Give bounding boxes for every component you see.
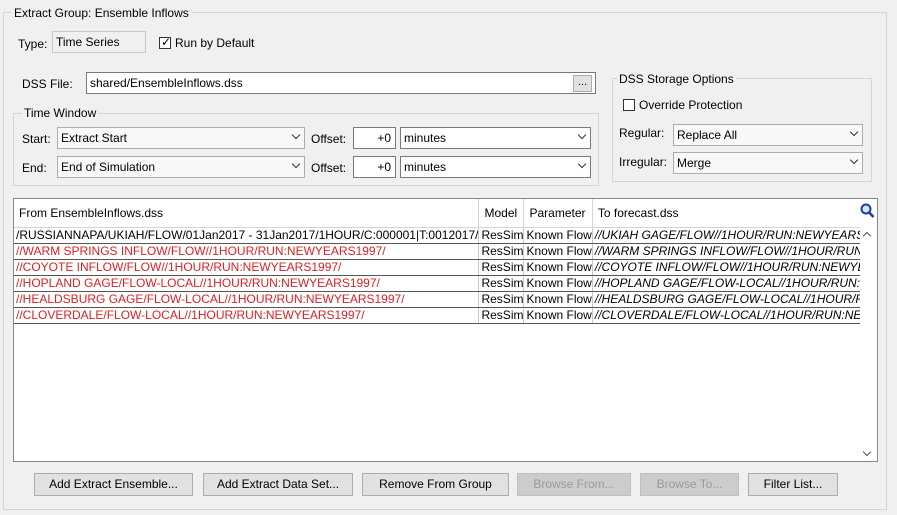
add-extract-ensemble-button[interactable]: Add Extract Ensemble...	[34, 473, 193, 496]
browse-to-button[interactable]: Browse To...	[640, 473, 739, 496]
cell-model[interactable]: ResSim	[478, 259, 525, 276]
dss-file-value: shared/EnsembleInflows.dss	[90, 76, 243, 90]
override-protection-checkbox[interactable]	[623, 99, 635, 111]
cell-parameter[interactable]: Known Flow	[523, 291, 593, 308]
cell-to[interactable]: //HOPLAND GAGE/FLOW-LOCAL//1HOUR/RUN:NEW…	[592, 275, 877, 292]
start-unit-select[interactable]: minutes	[400, 127, 591, 149]
run-by-default-label: Run by Default	[175, 36, 255, 50]
end-unit-select[interactable]: minutes	[400, 156, 591, 178]
column-header-model[interactable]: Model	[478, 199, 525, 228]
start-select[interactable]: Extract Start	[57, 127, 305, 149]
regular-value: Replace All	[677, 128, 738, 142]
regular-select[interactable]: Replace All	[673, 124, 863, 146]
remove-from-group-button[interactable]: Remove From Group	[362, 473, 509, 496]
end-label: End:	[22, 161, 47, 175]
irregular-label: Irregular:	[619, 155, 668, 169]
chevron-down-icon	[849, 127, 859, 137]
cell-model[interactable]: ResSim	[478, 307, 525, 324]
column-header-parameter[interactable]: Parameter	[523, 199, 593, 228]
table-row[interactable]: //CLOVERDALE/FLOW-LOCAL//1HOUR/RUN:NEWYE…	[14, 307, 877, 324]
end-value: End of Simulation	[61, 160, 156, 174]
end-offset-label: Offset:	[311, 161, 347, 175]
table-header-row: From EnsembleInflows.dss Model Parameter…	[14, 199, 877, 228]
cell-to[interactable]: //CLOVERDALE/FLOW-LOCAL//1HOUR/RUN:NEWYE…	[592, 307, 877, 324]
irregular-select[interactable]: Merge	[673, 152, 863, 174]
group-title: Extract Group: Ensemble Inflows	[11, 6, 192, 20]
filter-list-button[interactable]: Filter List...	[748, 473, 838, 496]
cell-to[interactable]: //WARM SPRINGS INFLOW/FLOW//1HOUR/RUN:NE…	[592, 243, 877, 260]
records-grid: From EnsembleInflows.dss Model Parameter…	[14, 199, 877, 324]
type-label: Type:	[18, 37, 48, 51]
dss-file-browse-button[interactable]: ...	[573, 75, 592, 92]
start-label: Start:	[22, 132, 51, 146]
records-table: From EnsembleInflows.dss Model Parameter…	[13, 198, 878, 462]
table-row[interactable]: /RUSSIANNAPA/UKIAH/FLOW/01Jan2017 - 31Ja…	[14, 227, 877, 244]
override-protection-label: Override Protection	[639, 98, 743, 112]
cell-parameter[interactable]: Known Flow	[523, 227, 593, 244]
run-by-default-checkbox[interactable]: ✓	[159, 35, 172, 49]
start-value: Extract Start	[61, 131, 128, 145]
cell-from[interactable]: //HEALDSBURG GAGE/FLOW-LOCAL//1HOUR/RUN:…	[14, 291, 480, 308]
cell-from[interactable]: //CLOVERDALE/FLOW-LOCAL//1HOUR/RUN:NEWYE…	[14, 307, 480, 324]
end-offset-field[interactable]: +0	[353, 156, 396, 178]
cell-parameter[interactable]: Known Flow	[523, 243, 593, 260]
cell-model[interactable]: ResSim	[478, 275, 525, 292]
irregular-value: Merge	[677, 156, 712, 170]
cell-to[interactable]: //HEALDSBURG GAGE/FLOW-LOCAL//1HOUR/RUN:…	[592, 291, 877, 308]
end-select[interactable]: End of Simulation	[57, 156, 305, 178]
type-value: Time Series	[52, 31, 146, 53]
start-offset-field[interactable]: +0	[353, 127, 396, 149]
cell-model[interactable]: ResSim	[478, 291, 525, 308]
time-window-title: Time Window	[22, 106, 99, 120]
cell-from[interactable]: //COYOTE INFLOW/FLOW//1HOUR/RUN:NEWYEARS…	[14, 259, 480, 276]
end-unit-value: minutes	[404, 160, 447, 174]
chevron-down-icon	[291, 159, 301, 169]
search-icon[interactable]	[859, 202, 875, 220]
scroll-down-icon[interactable]	[862, 447, 872, 457]
cell-from[interactable]: //HOPLAND GAGE/FLOW-LOCAL//1HOUR/RUN:NEW…	[14, 275, 480, 292]
checkmark-icon: ✓	[161, 35, 172, 49]
table-row[interactable]: //WARM SPRINGS INFLOW/FLOW//1HOUR/RUN:NE…	[14, 243, 877, 260]
column-header-from[interactable]: From EnsembleInflows.dss	[14, 199, 480, 228]
dss-file-label: DSS File:	[22, 77, 73, 91]
cell-to[interactable]: //COYOTE INFLOW/FLOW//1HOUR/RUN:NEWYEARS…	[592, 259, 877, 276]
start-unit-value: minutes	[404, 131, 447, 145]
table-row[interactable]: //HOPLAND GAGE/FLOW-LOCAL//1HOUR/RUN:NEW…	[14, 275, 877, 292]
cell-parameter[interactable]: Known Flow	[523, 275, 593, 292]
start-offset-label: Offset:	[311, 132, 347, 146]
browse-from-button[interactable]: Browse From...	[517, 473, 631, 496]
chevron-down-icon	[849, 155, 859, 165]
column-header-to[interactable]: To forecast.dss	[592, 199, 877, 228]
scroll-up-icon[interactable]	[862, 231, 872, 241]
cell-model[interactable]: ResSim	[478, 227, 525, 244]
table-vertical-scrollbar[interactable]	[860, 227, 877, 461]
cell-parameter[interactable]: Known Flow	[523, 307, 593, 324]
table-row[interactable]: //HEALDSBURG GAGE/FLOW-LOCAL//1HOUR/RUN:…	[14, 291, 877, 308]
cell-from[interactable]: /RUSSIANNAPA/UKIAH/FLOW/01Jan2017 - 31Ja…	[14, 227, 480, 244]
dss-file-field[interactable]: shared/EnsembleInflows.dss	[86, 72, 596, 94]
add-extract-data-set-button[interactable]: Add Extract Data Set...	[203, 473, 353, 496]
cell-model[interactable]: ResSim	[478, 243, 525, 260]
chevron-down-icon	[291, 130, 301, 140]
cell-to[interactable]: //UKIAH GAGE/FLOW//1HOUR/RUN:NEWYEARS199…	[592, 227, 877, 244]
cell-from[interactable]: //WARM SPRINGS INFLOW/FLOW//1HOUR/RUN:NE…	[14, 243, 480, 260]
chevron-down-icon	[577, 159, 587, 169]
regular-label: Regular:	[619, 126, 665, 140]
cell-parameter[interactable]: Known Flow	[523, 259, 593, 276]
table-row[interactable]: //COYOTE INFLOW/FLOW//1HOUR/RUN:NEWYEARS…	[14, 259, 877, 276]
chevron-down-icon	[577, 130, 587, 140]
dss-storage-title: DSS Storage Options	[617, 72, 736, 86]
